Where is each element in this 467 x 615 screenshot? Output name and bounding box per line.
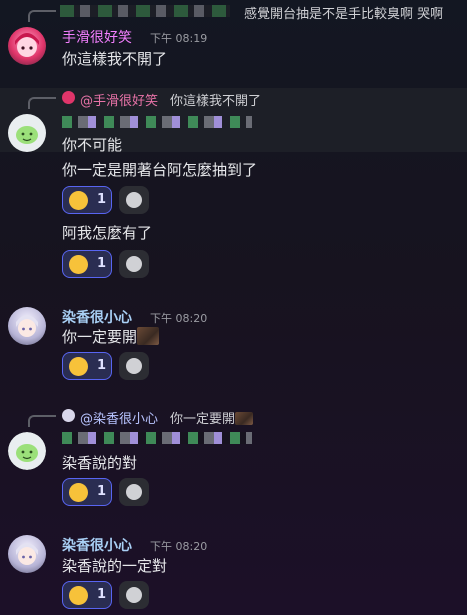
timestamp: 下午 08:20 — [150, 312, 208, 325]
author-name[interactable]: 染香很小心 — [62, 307, 132, 327]
reply-connector — [28, 10, 56, 22]
message-text: 你這樣我不開了 — [62, 50, 168, 68]
reply-avatar-mini — [62, 91, 75, 104]
reaction-button[interactable]: 1 — [62, 478, 112, 506]
smiley-icon — [126, 192, 142, 208]
rolling-laughing-emoji-icon — [69, 357, 88, 376]
smiley-icon — [126, 587, 142, 603]
timestamp: 下午 08:20 — [150, 540, 208, 553]
avatar-green-blob-icon — [8, 432, 46, 470]
reply-mention[interactable]: @染香很小心 — [80, 408, 158, 427]
rolling-laughing-emoji-icon — [69, 191, 88, 210]
message-text: 你一定是開著台阿怎麼抽到了 — [62, 161, 258, 179]
reply-mention[interactable]: @手滑很好笑 — [80, 90, 158, 109]
avatar[interactable] — [8, 27, 46, 65]
blurred-username — [62, 432, 252, 444]
rolling-laughing-emoji-icon — [69, 586, 88, 605]
add-reaction-button[interactable] — [119, 186, 149, 214]
message-text-content: 你一定要開 — [62, 328, 138, 346]
reply-connector — [28, 97, 56, 109]
reply-preview-text: 你一定要開 — [170, 412, 236, 427]
avatar-silver-hair-girl-icon — [16, 543, 38, 565]
timestamp: 下午 08:19 — [150, 32, 208, 45]
message-text: 染香說的一定對 — [62, 557, 168, 575]
reply-preview-text[interactable]: 你這樣我不開了 — [170, 90, 261, 109]
avatar-anime-girl-icon — [15, 33, 39, 57]
reaction-button[interactable]: 1 — [62, 581, 112, 609]
add-reaction-button[interactable] — [119, 478, 149, 506]
reply-preview[interactable]: 你一定要開 — [170, 408, 254, 427]
add-reaction-button[interactable] — [119, 352, 149, 380]
reaction-count: 1 — [97, 587, 107, 602]
message-text: 染香說的對 — [62, 454, 138, 472]
reply-connector — [28, 415, 56, 427]
rolling-laughing-emoji-icon — [69, 483, 88, 502]
avatar[interactable] — [8, 307, 46, 345]
smiley-icon — [126, 358, 142, 374]
reaction-button[interactable]: 1 — [62, 186, 112, 214]
message-text: 你一定要開 — [62, 326, 160, 347]
reaction-count: 1 — [97, 484, 107, 499]
reaction-count: 1 — [97, 256, 107, 271]
add-reaction-button[interactable] — [119, 250, 149, 278]
avatar[interactable] — [8, 114, 46, 152]
message-text: 你不可能 — [62, 136, 123, 154]
blurred-username — [62, 116, 252, 128]
message-text: 阿我怎麼有了 — [62, 224, 153, 242]
reaction-button[interactable]: 1 — [62, 352, 112, 380]
reaction-count: 1 — [97, 192, 107, 207]
reaction-button[interactable]: 1 — [62, 250, 112, 278]
rolling-laughing-emoji-icon — [69, 255, 88, 274]
reaction-count: 1 — [97, 358, 107, 373]
reply-avatar-mini — [62, 409, 75, 422]
avatar[interactable] — [8, 535, 46, 573]
avatar[interactable] — [8, 432, 46, 470]
author-name[interactable]: 染香很小心 — [62, 535, 132, 555]
author-name[interactable]: 手滑很好笑 — [62, 27, 132, 47]
custom-emoji[interactable] — [137, 327, 160, 345]
add-reaction-button[interactable] — [119, 581, 149, 609]
smiley-icon — [126, 256, 142, 272]
custom-emoji — [235, 412, 254, 425]
smiley-icon — [126, 484, 142, 500]
avatar-green-blob-icon — [16, 126, 38, 144]
blurred-username — [60, 5, 230, 17]
avatar-silver-hair-girl-icon — [16, 315, 38, 337]
reply-preview-text[interactable]: 感覺開台抽是不是手比較臭啊 哭啊 — [244, 3, 443, 22]
